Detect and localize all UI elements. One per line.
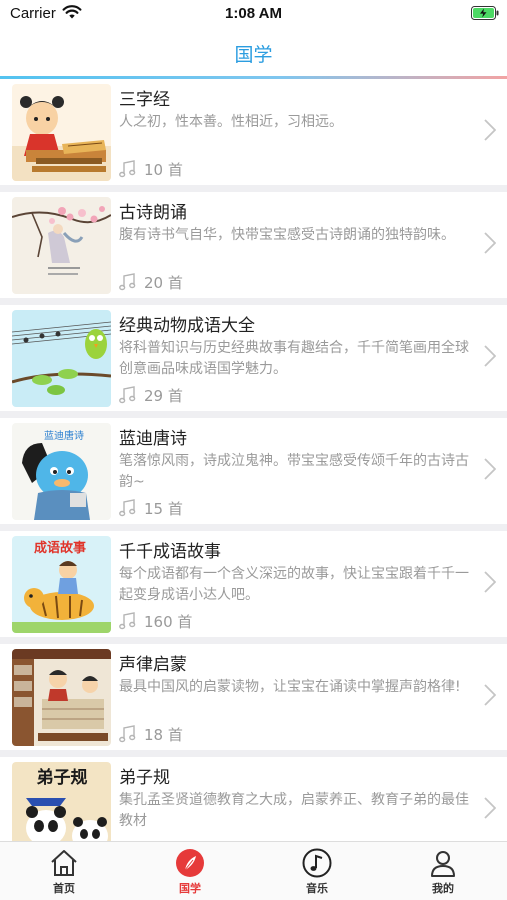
tab-bar: 首页 国学 音乐 我的 (0, 841, 507, 900)
music-note-icon (119, 273, 136, 291)
tab-label: 国学 (179, 882, 201, 895)
item-count-label: 10 首 (144, 160, 183, 179)
item-title: 经典动物成语大全 (119, 316, 255, 336)
item-count-label: 18 首 (144, 725, 183, 744)
item-description: 人之初，性本善。性相近，习相远。 (119, 114, 343, 130)
chevron-right-icon (484, 232, 496, 254)
chevron-right-icon (484, 684, 496, 706)
tab-guoxue[interactable]: 国学 (150, 842, 230, 900)
list-item[interactable]: 经典动物成语大全 将科普知识与历史经典故事有趣结合，千千简笔画用全球创意画品味成… (0, 305, 507, 411)
tab-label: 首页 (53, 882, 75, 895)
item-description: 将科普知识与历史经典故事有趣结合，千千简笔画用全球创意画品味成语国学魅力。 (119, 340, 469, 377)
chevron-right-icon (484, 458, 496, 480)
item-title: 弟子规 (119, 768, 170, 788)
item-thumbnail (12, 84, 111, 181)
list-item[interactable]: 成语故事 千千成语故事 每个成语都有一个含义深远的故事，快让宝宝跟着千千一起变身… (0, 531, 507, 637)
item-thumbnail: 弟子规 (12, 762, 111, 841)
item-description: 最具中国风的启蒙读物，让宝宝在诵读中掌握声韵格律! (119, 679, 461, 695)
item-thumbnail (12, 197, 111, 294)
tab-label: 音乐 (306, 882, 328, 895)
item-description: 笔落惊风雨，诗成泣鬼神。带宝宝感受传颂千年的古诗古韵~ (119, 453, 469, 490)
course-list[interactable]: 三字经 人之初，性本善。性相近，习相远。 10 首 古诗朗诵 腹有诗书气自华，快… (0, 79, 507, 841)
music-note-icon (119, 725, 136, 743)
item-thumbnail (12, 310, 111, 407)
thumbnail-caption: 弟子规 (37, 767, 88, 788)
item-count: 18 首 (119, 723, 183, 745)
tab-mine[interactable]: 我的 (403, 842, 483, 900)
list-item[interactable]: 三字经 人之初，性本善。性相近，习相远。 10 首 (0, 79, 507, 185)
item-title: 声律启蒙 (119, 655, 187, 675)
item-count-label: 160 首 (144, 612, 193, 631)
music-note-icon (119, 160, 136, 178)
navigation-bar: 国学 (0, 30, 507, 76)
item-description: 集孔孟圣贤道德教育之大成，启蒙养正、教育子弟的最佳教材 (119, 792, 469, 829)
list-item[interactable]: 声律启蒙 最具中国风的启蒙读物，让宝宝在诵读中掌握声韵格律! 18 首 (0, 644, 507, 750)
item-thumbnail: 蓝迪唐诗 (12, 423, 111, 520)
item-title: 千千成语故事 (119, 542, 221, 562)
chevron-right-icon (484, 119, 496, 141)
list-item[interactable]: 蓝迪唐诗 蓝迪唐诗 笔落惊风雨，诗成泣鬼神。带宝宝感受传颂千年的古诗古韵~ 15… (0, 418, 507, 524)
item-count: 20 首 (119, 271, 183, 293)
item-count: 29 首 (119, 384, 183, 406)
tab-music[interactable]: 音乐 (277, 842, 357, 900)
item-count-label: 20 首 (144, 273, 183, 292)
item-title: 古诗朗诵 (119, 203, 187, 223)
thumbnail-caption: 蓝迪唐诗 (44, 429, 84, 442)
list-item[interactable]: 古诗朗诵 腹有诗书气自华，快带宝宝感受古诗朗诵的独特韵味。 20 首 (0, 192, 507, 298)
page-title: 国学 (234, 44, 273, 66)
thumbnail-caption: 成语故事 (34, 540, 86, 556)
item-title: 三字经 (119, 90, 170, 110)
tab-label: 我的 (432, 882, 454, 895)
item-title: 蓝迪唐诗 (119, 429, 187, 449)
music-note-icon (119, 612, 136, 630)
chevron-right-icon (484, 797, 496, 819)
list-item[interactable]: 弟子规 弟子规 集孔孟圣贤道德教育之大成，启蒙养正、教育子弟的最佳教材 (0, 757, 507, 841)
item-thumbnail (12, 649, 111, 746)
status-bar: Carrier 1:08 AM (0, 0, 507, 28)
item-count: 15 首 (119, 497, 183, 519)
music-note-icon (119, 499, 136, 517)
chevron-right-icon (484, 345, 496, 367)
music-note-icon (119, 386, 136, 404)
user-icon (431, 851, 455, 877)
item-count: 160 首 (119, 610, 192, 632)
item-count-label: 29 首 (144, 386, 183, 405)
home-icon (51, 850, 77, 876)
feather-icon (176, 849, 204, 877)
item-count: 10 首 (119, 158, 183, 180)
chevron-right-icon (484, 571, 496, 593)
item-description: 腹有诗书气自华，快带宝宝感受古诗朗诵的独特韵味。 (119, 227, 455, 243)
item-count-label: 15 首 (144, 499, 183, 518)
tab-home[interactable]: 首页 (24, 842, 104, 900)
clock: 1:08 AM (225, 5, 282, 22)
music-note-icon (302, 848, 332, 878)
battery-charging-icon (471, 6, 499, 20)
item-description: 每个成语都有一个含义深远的故事，快让宝宝跟着千千一起变身成语小达人吧。 (119, 566, 469, 603)
item-thumbnail: 成语故事 (12, 536, 111, 633)
